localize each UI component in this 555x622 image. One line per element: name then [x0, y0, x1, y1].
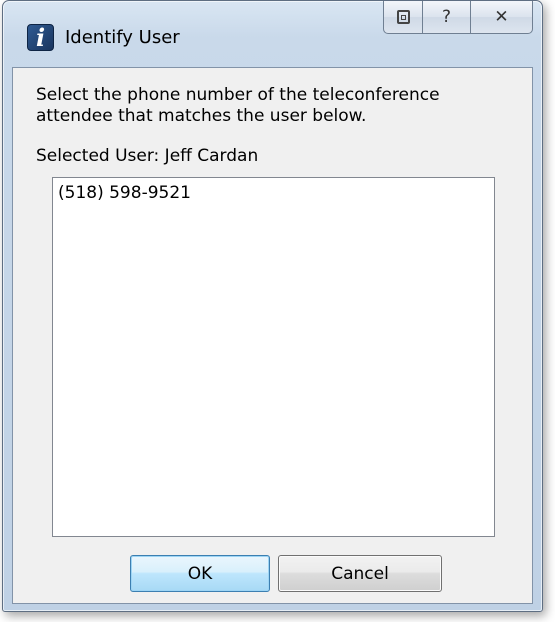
close-icon: ✕	[494, 7, 509, 27]
app-logo-glyph: i	[35, 23, 46, 52]
help-icon: ?	[441, 7, 452, 27]
phone-number-list[interactable]: (518) 598-9521	[52, 177, 495, 537]
cancel-button[interactable]: Cancel	[278, 555, 442, 592]
selected-user-label: Selected User: Jeff Cardan	[36, 146, 259, 166]
context-menu-button[interactable]	[383, 1, 423, 34]
context-help-icon	[396, 10, 410, 24]
list-item-phone[interactable]: (518) 598-9521	[58, 183, 191, 203]
window-title: Identify User	[65, 27, 180, 48]
ok-button[interactable]: OK	[130, 555, 270, 592]
instruction-text: Select the phone number of the teleconfe…	[36, 85, 440, 126]
close-button[interactable]: ✕	[471, 1, 533, 34]
app-logo-icon: i	[27, 23, 54, 52]
title-bar[interactable]: i Identify User ? ✕	[3, 1, 542, 67]
dialog-body: Select the phone number of the teleconfe…	[12, 67, 533, 604]
identify-user-window: i Identify User ? ✕ Select the phone num…	[2, 0, 543, 612]
help-button[interactable]: ?	[423, 1, 471, 34]
caption-buttons: ? ✕	[383, 1, 533, 35]
